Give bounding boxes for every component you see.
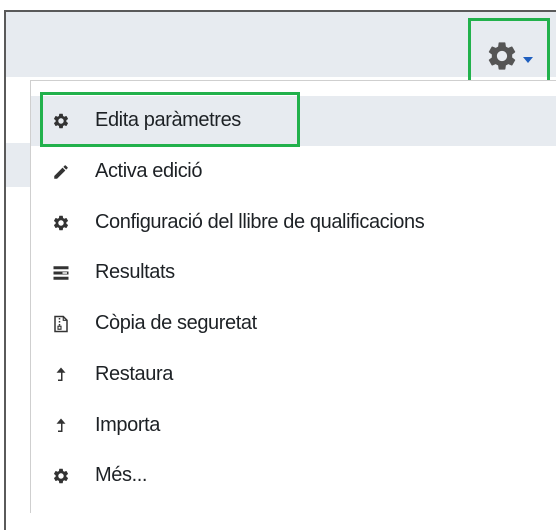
list-icon	[51, 263, 71, 283]
menu-item-label: Edita paràmetres	[95, 109, 241, 132]
gear-icon	[51, 213, 71, 233]
menu-item-restore[interactable]: Restaura	[31, 350, 556, 400]
pencil-icon	[51, 162, 71, 182]
settings-dropdown-menu: Edita paràmetres Activa edició Configura…	[30, 80, 556, 513]
menu-item-gradebook-setup[interactable]: Configuració del llibre de qualificacion…	[31, 198, 556, 248]
gear-icon	[51, 111, 71, 131]
menu-item-label: Còpia de seguretat	[95, 312, 257, 335]
menu-item-outcomes[interactable]: Resultats	[31, 248, 556, 298]
menu-item-backup[interactable]: Còpia de seguretat	[31, 299, 556, 349]
menu-item-label: Resultats	[95, 261, 175, 284]
menu-item-turn-editing-on[interactable]: Activa edició	[31, 147, 556, 197]
menu-item-label: Activa edició	[95, 160, 203, 183]
upload-icon	[51, 365, 71, 385]
menu-item-label: Restaura	[95, 363, 173, 386]
menu-item-label: Importa	[95, 414, 161, 437]
gear-icon	[51, 466, 71, 486]
upload-icon	[51, 416, 71, 436]
menu-item-edit-settings[interactable]: Edita paràmetres	[31, 96, 556, 146]
menu-item-label: Més...	[95, 464, 148, 487]
menu-item-label: Configuració del llibre de qualificacion…	[95, 211, 425, 234]
menu-item-import[interactable]: Importa	[31, 401, 556, 451]
gear-icon	[488, 42, 516, 70]
menu-item-more[interactable]: Més...	[31, 451, 556, 501]
archive-file-icon	[51, 314, 71, 334]
caret-down-icon	[523, 57, 533, 63]
